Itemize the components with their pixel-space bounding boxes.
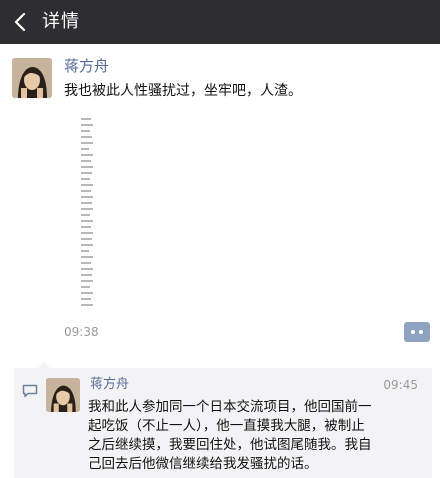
commenter-avatar[interactable] bbox=[46, 378, 80, 412]
comment-timestamp: 09:45 bbox=[383, 378, 418, 392]
post-timestamp: 09:38 bbox=[64, 325, 99, 339]
comment-section: 蒋方舟 09:45 我和此人参加同一个日本交流项目，他回国前一 起吃饭（不止一人… bbox=[0, 362, 440, 478]
more-dots-icon-dot bbox=[419, 330, 423, 334]
post-author-name[interactable]: 蒋方舟 bbox=[64, 56, 109, 76]
comment-line: 起吃饭（不止一人），他一直摸我大腿，被制止 bbox=[88, 418, 365, 434]
comment-bubble-icon bbox=[22, 384, 38, 398]
commenter-name[interactable]: 蒋方舟 bbox=[90, 376, 129, 394]
comment-text: 我和此人参加同一个日本交流项目，他回国前一 起吃饭（不止一人），他一直摸我大腿，… bbox=[88, 398, 422, 474]
comment-line: 己回去后他微信继续给我发骚扰的话。 bbox=[88, 456, 318, 472]
post-image-thumbnail[interactable] bbox=[79, 114, 95, 314]
author-avatar[interactable] bbox=[12, 58, 52, 98]
back-button[interactable] bbox=[8, 6, 38, 38]
top-bar: 详情 bbox=[0, 0, 440, 44]
comment-item[interactable]: 蒋方舟 09:45 我和此人参加同一个日本交流项目，他回国前一 起吃饭（不止一人… bbox=[14, 362, 432, 478]
comment-line: 之后继续摸，我要回住处，他试图尾随我。我自 bbox=[88, 437, 372, 453]
moment-post: 蒋方舟 我也被此人性骚扰过，坐牢吧，人渣。 09:38 bbox=[0, 44, 440, 362]
comment-like-button[interactable] bbox=[404, 322, 430, 342]
post-text: 我也被此人性骚扰过，坐牢吧，人渣。 bbox=[64, 83, 302, 99]
comment-line: 我和此人参加同一个日本交流项目，他回国前一 bbox=[88, 399, 372, 415]
more-dots-icon bbox=[411, 330, 415, 334]
page-title: 详情 bbox=[42, 11, 80, 32]
chevron-left-icon bbox=[14, 13, 26, 31]
